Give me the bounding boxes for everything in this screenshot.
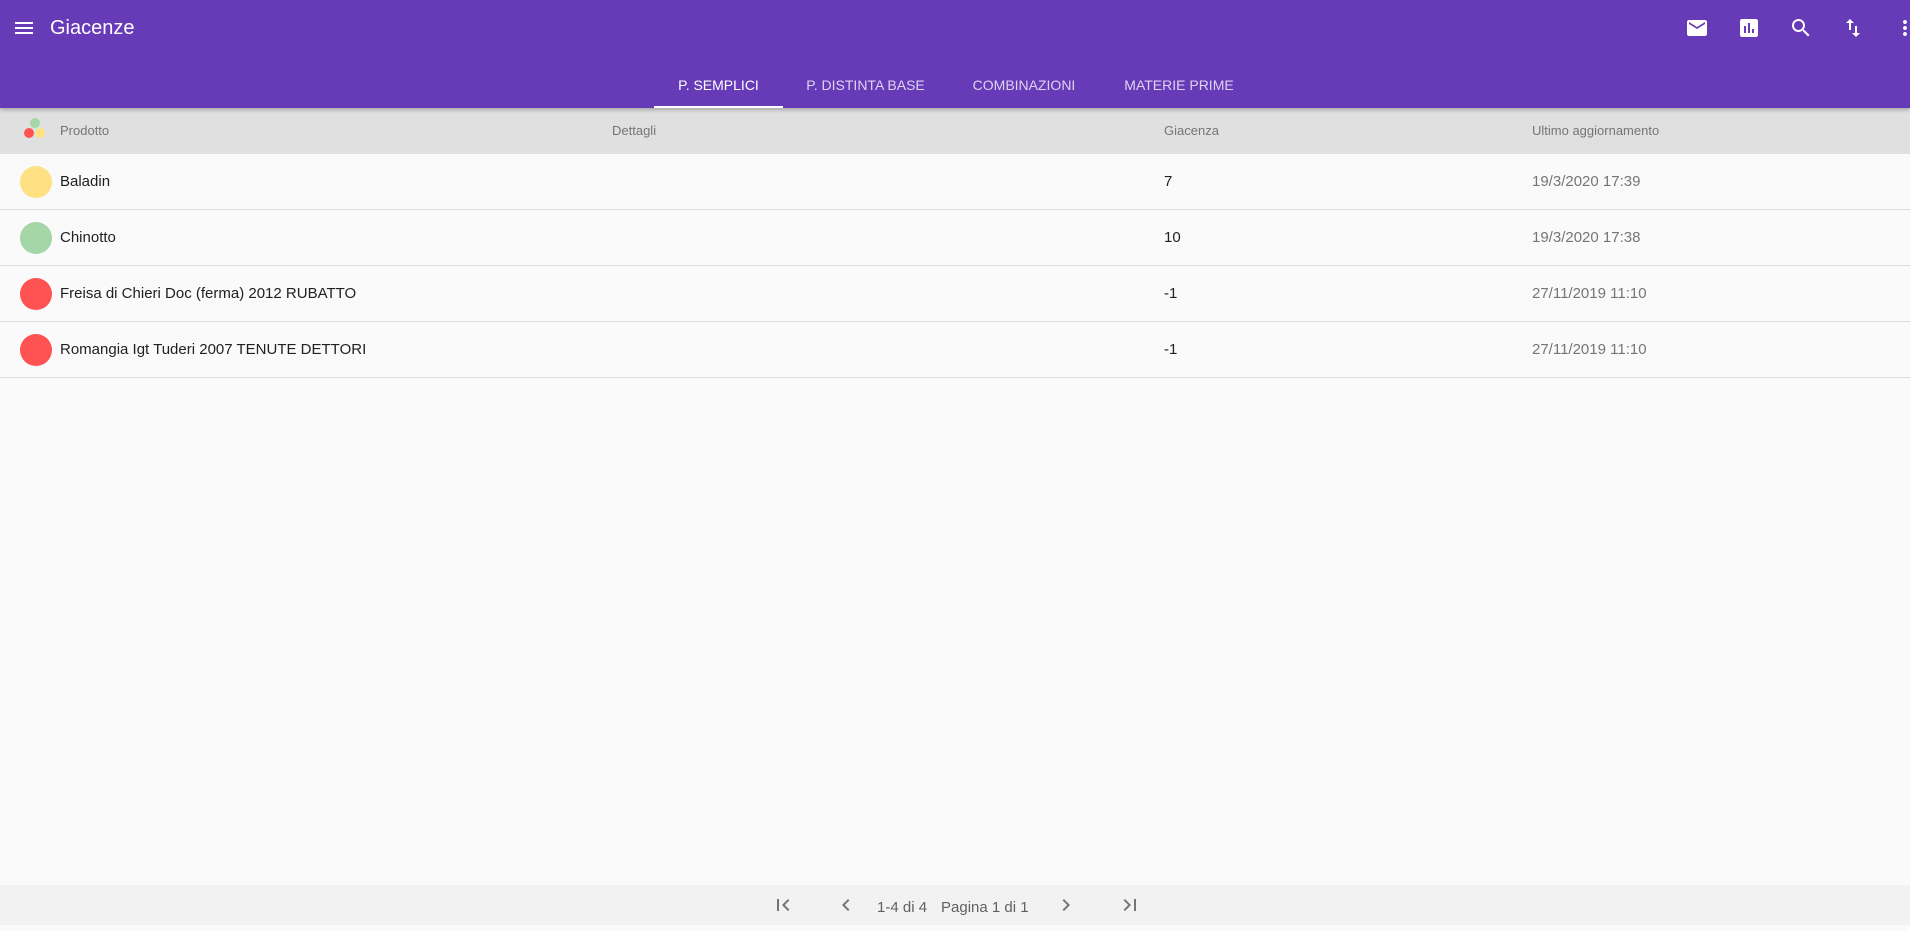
more-vert-icon[interactable] [1893,16,1910,40]
product-name: Romangia Igt Tuderi 2007 TENUTE DETTORI [60,341,367,358]
bar-chart-icon[interactable] [1737,16,1761,40]
sort-icon[interactable] [1841,16,1865,40]
status-dot [20,278,52,310]
menu-icon[interactable] [12,16,36,40]
column-header-details[interactable]: Dettagli [612,108,656,154]
toolbar: Giacenze [0,0,1910,56]
table-row[interactable]: Baladin 7 19/3/2020 17:39 [0,154,1910,210]
pagination-page: Pagina 1 di 1 [941,899,1029,916]
search-icon[interactable] [1789,16,1813,40]
pagination-range: 1-4 di 4 [877,899,928,916]
table-body: Baladin 7 19/3/2020 17:39 Chinotto 10 19… [0,154,1910,378]
column-header-stock[interactable]: Giacenza [1164,108,1219,154]
column-header-product[interactable]: Prodotto [60,108,109,154]
app-bar: Giacenze P. SEMPLICI P. DISTINTA BASE CO… [0,0,1910,108]
status-dot [20,166,52,198]
product-name: Chinotto [60,229,116,246]
status-dot [20,222,52,254]
tab-combinazioni[interactable]: COMBINAZIONI [948,62,1100,108]
next-page-icon[interactable] [1054,893,1078,917]
stock-value: 10 [1164,229,1181,246]
last-updated: 19/3/2020 17:39 [1532,173,1641,190]
table-row[interactable]: Romangia Igt Tuderi 2007 TENUTE DETTORI … [0,322,1910,378]
tab-bar: P. SEMPLICI P. DISTINTA BASE COMBINAZION… [0,62,1910,108]
last-page-icon[interactable] [1118,893,1142,917]
stock-value: -1 [1164,285,1178,302]
last-updated: 19/3/2020 17:38 [1532,229,1641,246]
stock-value: -1 [1164,341,1178,358]
tab-materie-prime[interactable]: MATERIE PRIME [1100,62,1258,108]
table-row[interactable]: Chinotto 10 19/3/2020 17:38 [0,210,1910,266]
first-page-icon[interactable] [771,893,795,917]
stock-value: 7 [1164,173,1173,190]
previous-page-icon[interactable] [834,893,858,917]
status-dot [20,334,52,366]
page-title: Giacenze [50,17,135,39]
tab-p-distinta-base[interactable]: P. DISTINTA BASE [783,62,948,108]
table-header: Prodotto Dettagli Giacenza Ultimo aggior… [0,108,1910,154]
product-name: Freisa di Chieri Doc (ferma) 2012 RUBATT… [60,285,357,302]
status-legend-icon [22,118,48,144]
last-updated: 27/11/2019 11:10 [1532,285,1647,302]
table-row[interactable]: Freisa di Chieri Doc (ferma) 2012 RUBATT… [0,266,1910,322]
pagination-bar: 1-4 di 4 Pagina 1 di 1 [0,885,1910,925]
last-updated: 27/11/2019 11:10 [1532,341,1647,358]
column-header-updated[interactable]: Ultimo aggiornamento [1532,108,1659,154]
product-name: Baladin [60,173,111,190]
mail-icon[interactable] [1685,16,1709,40]
tab-p-semplici[interactable]: P. SEMPLICI [654,62,783,108]
